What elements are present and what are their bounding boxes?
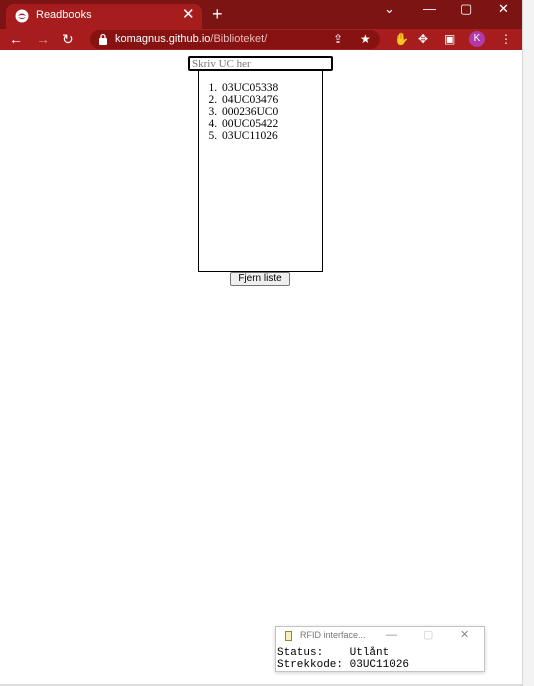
profile-avatar[interactable]: K — [469, 31, 485, 47]
reload-button[interactable]: ↻ — [62, 29, 74, 49]
browser-toolbar: ← → ↻ komagnus.github.io/Biblioteket/ ⇪ … — [0, 29, 522, 50]
rfid-maximize-button[interactable]: ▢ — [423, 628, 433, 642]
window-edge — [522, 0, 534, 686]
maximize-window-button[interactable]: ▢ — [460, 2, 472, 16]
rfid-output: Status: Utlånt Strekkode: 03UC11026 — [277, 647, 409, 671]
browser-tab[interactable]: Readbooks ✕ — [6, 4, 202, 29]
list-item: 000236UC0 — [220, 106, 278, 118]
new-tab-button[interactable]: + — [212, 4, 223, 24]
bookmark-star-icon[interactable]: ★ — [360, 31, 371, 47]
uc-input[interactable] — [188, 56, 333, 71]
rfid-close-button[interactable]: ✕ — [460, 628, 469, 642]
rfid-barcode-line: Strekkode: 03UC11026 — [277, 659, 410, 671]
uc-list-box: 03UC05338 04UC03476 000236UC0 00UC05422 … — [198, 70, 323, 272]
close-window-button[interactable]: ✕ — [498, 2, 509, 16]
rfid-app-icon — [285, 631, 292, 641]
side-panel-icon[interactable]: ▣ — [444, 31, 455, 47]
uc-list: 03UC05338 04UC03476 000236UC0 00UC05422 … — [220, 82, 278, 142]
url-path: /Biblioteket/ — [210, 33, 268, 45]
forward-button[interactable]: → — [36, 29, 50, 49]
url-host: komagnus.github.io — [115, 33, 211, 45]
rfid-status-line: Status: Utlånt — [277, 647, 390, 659]
readbooks-favicon-icon — [15, 9, 29, 23]
address-bar[interactable]: komagnus.github.io/Biblioteket/ ⇪ ★ — [90, 30, 380, 49]
tab-search-chevron-icon[interactable]: ⌄ — [384, 2, 395, 16]
share-icon[interactable]: ⇪ — [333, 31, 343, 47]
list-item: 00UC05422 — [220, 118, 278, 130]
lock-icon — [99, 33, 107, 45]
rfid-minimize-button[interactable]: — — [386, 628, 397, 642]
browser-menu-icon[interactable]: ⋮ — [500, 31, 512, 47]
extensions-puzzle-icon[interactable]: ✥ — [418, 31, 428, 47]
browser-titlebar: Readbooks ✕ + ⌄ — ▢ ✕ — [0, 0, 522, 29]
minimize-window-button[interactable]: — — [423, 2, 436, 16]
extension-hand-icon[interactable]: ✋ — [394, 31, 409, 47]
list-item: 04UC03476 — [220, 94, 278, 106]
rfid-window: RFID interface... — ▢ ✕ Status: Utlånt St… — [275, 626, 485, 672]
back-button[interactable]: ← — [9, 29, 23, 49]
clear-list-button[interactable]: Fjern liste — [230, 272, 290, 286]
rfid-window-title: RFID interface... — [300, 630, 366, 640]
rfid-titlebar[interactable]: RFID interface... — ▢ ✕ — [276, 627, 484, 645]
tab-title: Readbooks — [36, 9, 92, 21]
url-text: komagnus.github.io/Biblioteket/ — [115, 33, 267, 45]
list-item: 03UC11026 — [220, 130, 278, 142]
tab-close-icon[interactable]: ✕ — [182, 6, 195, 24]
list-item: 03UC05338 — [220, 82, 278, 94]
